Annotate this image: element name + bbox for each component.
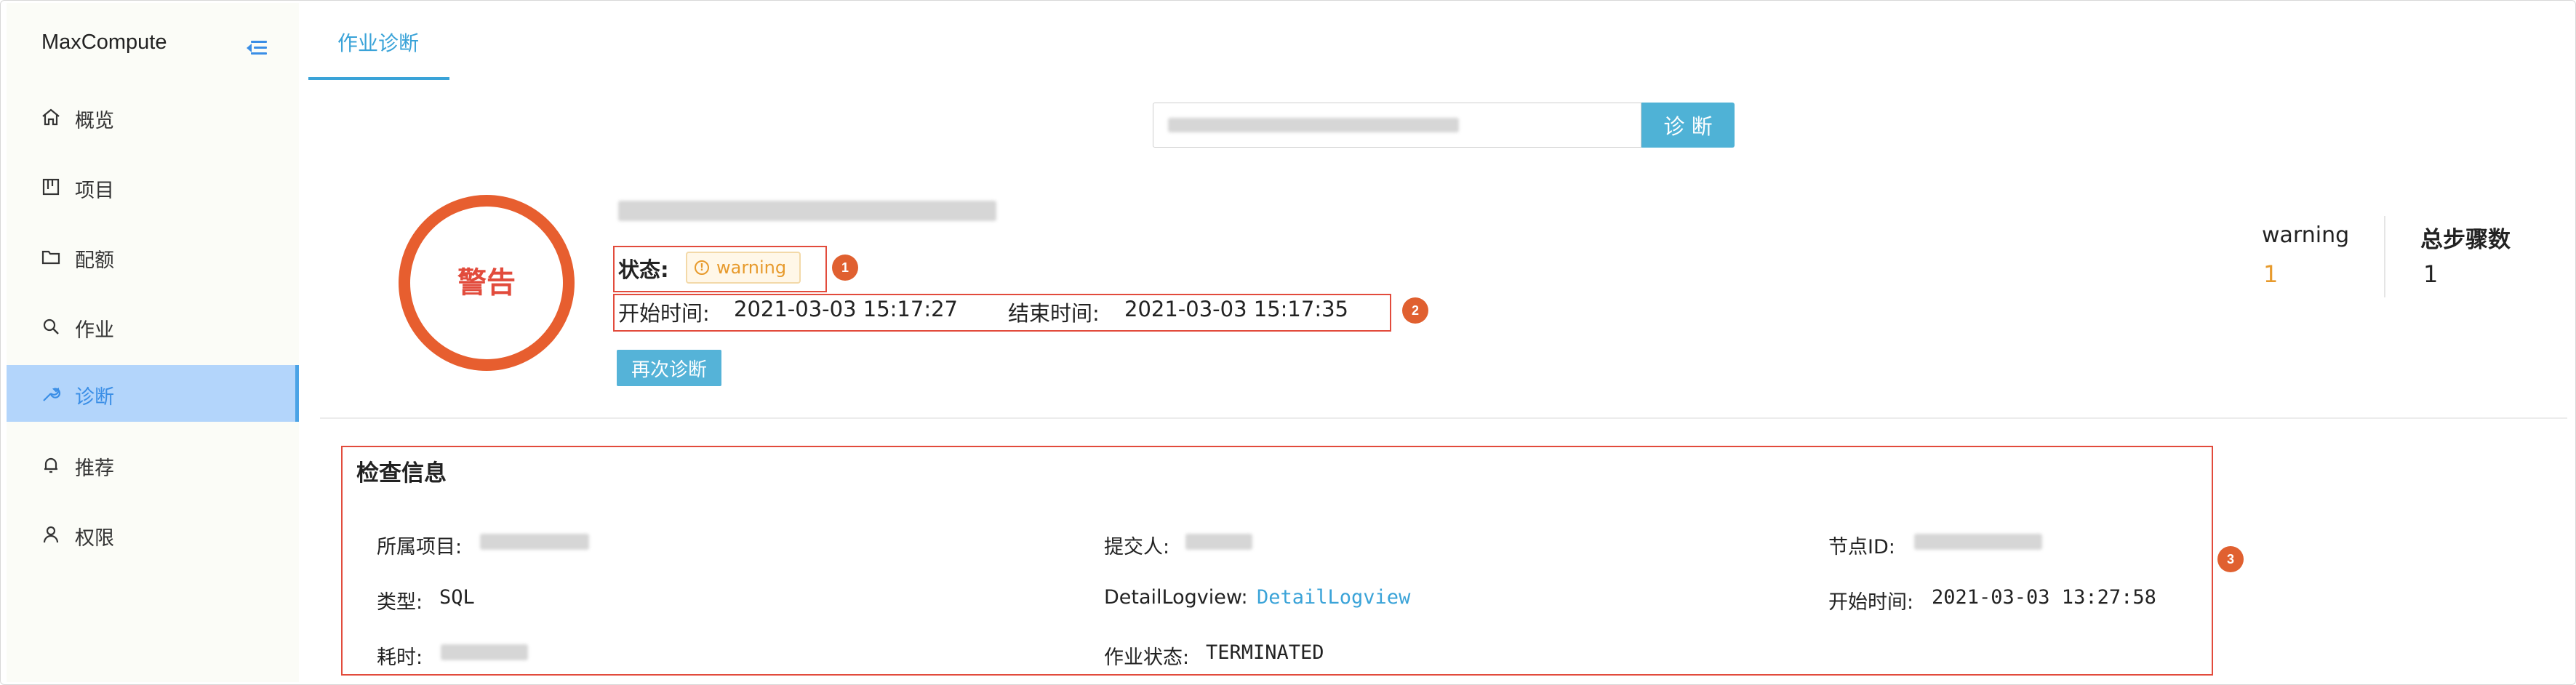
annotation-marker-2: 2	[1402, 297, 1428, 324]
sidebar-item-label: 诊断	[75, 386, 114, 409]
redacted-duration	[441, 644, 528, 660]
wrench-icon	[43, 387, 61, 401]
end-time-value: 2021-03-03 15:17:35	[1124, 297, 1348, 321]
sidebar-item-label: 权限	[75, 527, 114, 550]
logview-link[interactable]: DetailLogview	[1257, 586, 1410, 609]
redacted-text	[1168, 118, 1459, 132]
brand-title: MaxCompute	[41, 31, 167, 54]
diagnose-button[interactable]: 诊 断	[1641, 103, 1735, 148]
start-time-label: 开始时间:	[618, 301, 710, 326]
status-ring-label: 警告	[457, 266, 516, 300]
sidebar-item-diagnose[interactable]: 诊断	[7, 365, 299, 422]
rediagnose-button[interactable]: 再次诊断	[617, 350, 721, 386]
project-icon	[42, 178, 60, 196]
type-value: SQL	[439, 586, 475, 609]
folder-icon	[41, 250, 60, 265]
start-time-value: 2021-03-03 15:17:27	[734, 297, 958, 321]
project-label: 所属项目:	[377, 536, 463, 558]
bell-icon	[44, 457, 57, 473]
home-icon	[42, 108, 60, 126]
status-badge-text: warning	[716, 257, 787, 278]
job-start-value: 2021-03-03 13:27:58	[1932, 586, 2156, 609]
total-steps-value: 1	[2423, 260, 2439, 288]
sidebar-item-jobs[interactable]: 作业	[7, 298, 299, 355]
status-label: 状态:	[618, 257, 669, 282]
submitter-label: 提交人:	[1104, 536, 1170, 558]
sidebar-item-label: 配额	[75, 249, 114, 272]
sidebar-item-quota[interactable]: 配额	[7, 228, 299, 285]
section-divider	[320, 417, 2567, 419]
total-steps-label: 总步骤数	[2420, 227, 2511, 253]
sidebar-item-label: 项目	[75, 180, 114, 202]
redacted-node-id	[1914, 534, 2042, 550]
warning-count-value: 1	[2263, 260, 2279, 288]
type-label: 类型:	[377, 591, 423, 614]
sidebar-item-permission[interactable]: 权限	[7, 506, 299, 563]
node-id-label: 节点ID:	[1828, 536, 1895, 558]
tab-job-diagnosis[interactable]: 作业诊断	[308, 0, 449, 80]
collapse-menu-icon[interactable]	[247, 39, 267, 57]
user-icon	[43, 526, 59, 543]
sidebar: MaxCompute 概览 项目 配额 作业 诊断 推荐 权限	[7, 3, 299, 682]
info-icon: !	[695, 260, 709, 275]
duration-label: 耗时:	[377, 646, 423, 669]
sidebar-item-label: 概览	[75, 110, 114, 132]
check-info-title: 检查信息	[356, 460, 447, 486]
job-start-label: 开始时间:	[1828, 591, 1914, 614]
tab-label: 作业诊断	[337, 31, 420, 55]
job-status-label: 作业状态:	[1104, 646, 1190, 669]
stats-divider	[2384, 216, 2385, 297]
sidebar-item-overview[interactable]: 概览	[7, 89, 299, 145]
status-badge: ! warning	[686, 252, 801, 284]
sidebar-item-label: 推荐	[75, 457, 114, 480]
redacted-project	[480, 534, 589, 550]
end-time-label: 结束时间:	[1008, 301, 1100, 326]
job-id-input[interactable]	[1153, 103, 1641, 148]
search-icon	[43, 319, 59, 335]
annotation-marker-1: 1	[832, 255, 858, 281]
annotation-marker-3: 3	[2217, 546, 2244, 572]
sidebar-item-recommend[interactable]: 推荐	[7, 436, 299, 493]
job-status-value: TERMINATED	[1206, 641, 1324, 664]
status-ring: 警告	[399, 195, 575, 371]
redacted-submitter	[1185, 534, 1252, 550]
redacted-job-title	[618, 201, 996, 221]
warning-count-label: warning	[2262, 223, 2350, 248]
logview-label: DetailLogview:	[1104, 586, 1248, 609]
sidebar-item-project[interactable]: 项目	[7, 159, 299, 215]
sidebar-item-label: 作业	[75, 319, 114, 342]
